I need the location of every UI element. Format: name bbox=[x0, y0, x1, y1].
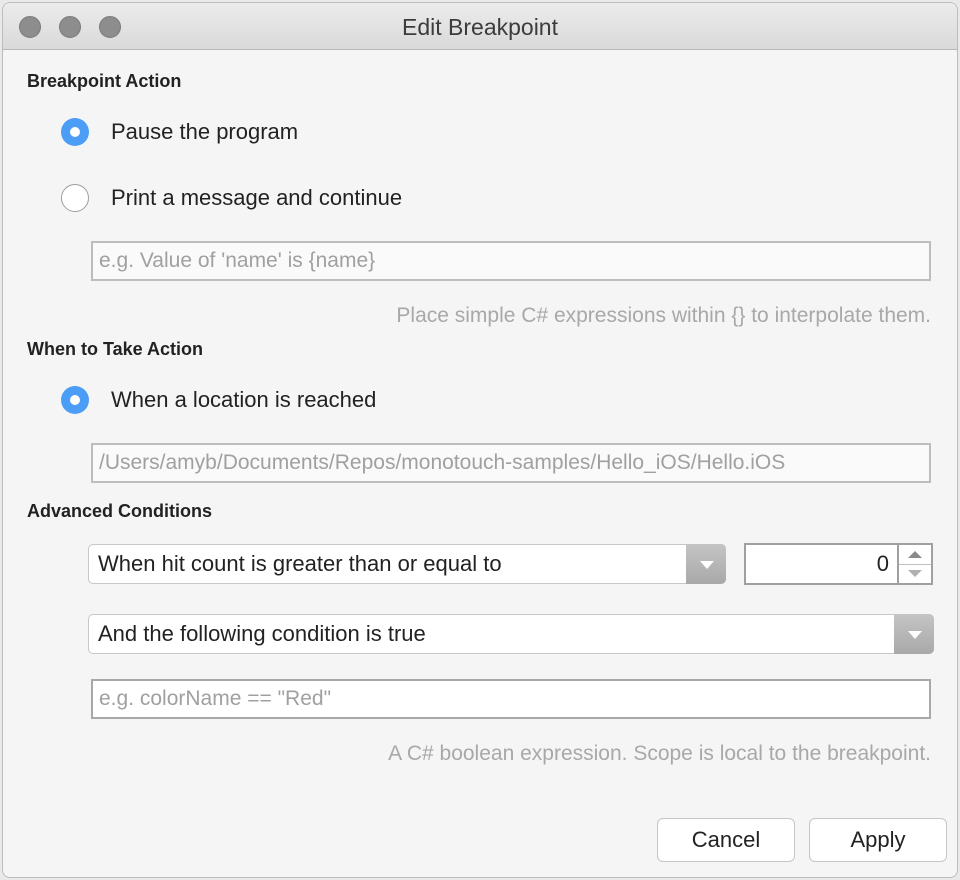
edit-breakpoint-dialog: Edit Breakpoint Breakpoint Action Pause … bbox=[2, 2, 958, 878]
stepper-up-icon[interactable] bbox=[899, 545, 931, 565]
cancel-button[interactable]: Cancel bbox=[657, 818, 795, 862]
hit-count-value[interactable]: 0 bbox=[877, 545, 889, 583]
pause-program-label[interactable]: Pause the program bbox=[111, 119, 298, 145]
hit-count-stepper[interactable]: 0 bbox=[744, 543, 933, 585]
radio-print-message[interactable] bbox=[61, 184, 89, 212]
stepper-down-icon[interactable] bbox=[899, 564, 931, 583]
window-title: Edit Breakpoint bbox=[402, 14, 558, 40]
radio-location-reached[interactable] bbox=[61, 386, 89, 414]
condition-hint: A C# boolean expression. Scope is local … bbox=[388, 742, 931, 765]
breakpoint-action-heading: Breakpoint Action bbox=[27, 71, 182, 91]
condition-select-value: And the following condition is true bbox=[98, 621, 426, 646]
message-hint: Place simple C# expressions within {} to… bbox=[396, 304, 931, 327]
radio-pause-program[interactable] bbox=[61, 118, 89, 146]
stepper-buttons bbox=[897, 545, 931, 583]
location-field[interactable]: /Users/amyb/Documents/Repos/monotouch-sa… bbox=[91, 443, 931, 483]
apply-button[interactable]: Apply bbox=[809, 818, 947, 862]
print-message-label[interactable]: Print a message and continue bbox=[111, 185, 402, 211]
title-bar: Edit Breakpoint bbox=[3, 3, 957, 50]
chevron-down-icon[interactable] bbox=[686, 544, 726, 584]
hit-count-select-value: When hit count is greater than or equal … bbox=[98, 551, 502, 576]
condition-input[interactable]: e.g. colorName == "Red" bbox=[91, 679, 931, 719]
condition-select[interactable]: And the following condition is true bbox=[88, 614, 934, 654]
when-to-take-action-heading: When to Take Action bbox=[27, 339, 204, 359]
chevron-down-icon[interactable] bbox=[894, 614, 934, 654]
hit-count-select[interactable]: When hit count is greater than or equal … bbox=[88, 544, 726, 584]
location-reached-label[interactable]: When a location is reached bbox=[111, 387, 376, 413]
advanced-conditions-heading: Advanced Conditions bbox=[27, 501, 213, 521]
message-input[interactable]: e.g. Value of 'name' is {name} bbox=[91, 241, 931, 281]
